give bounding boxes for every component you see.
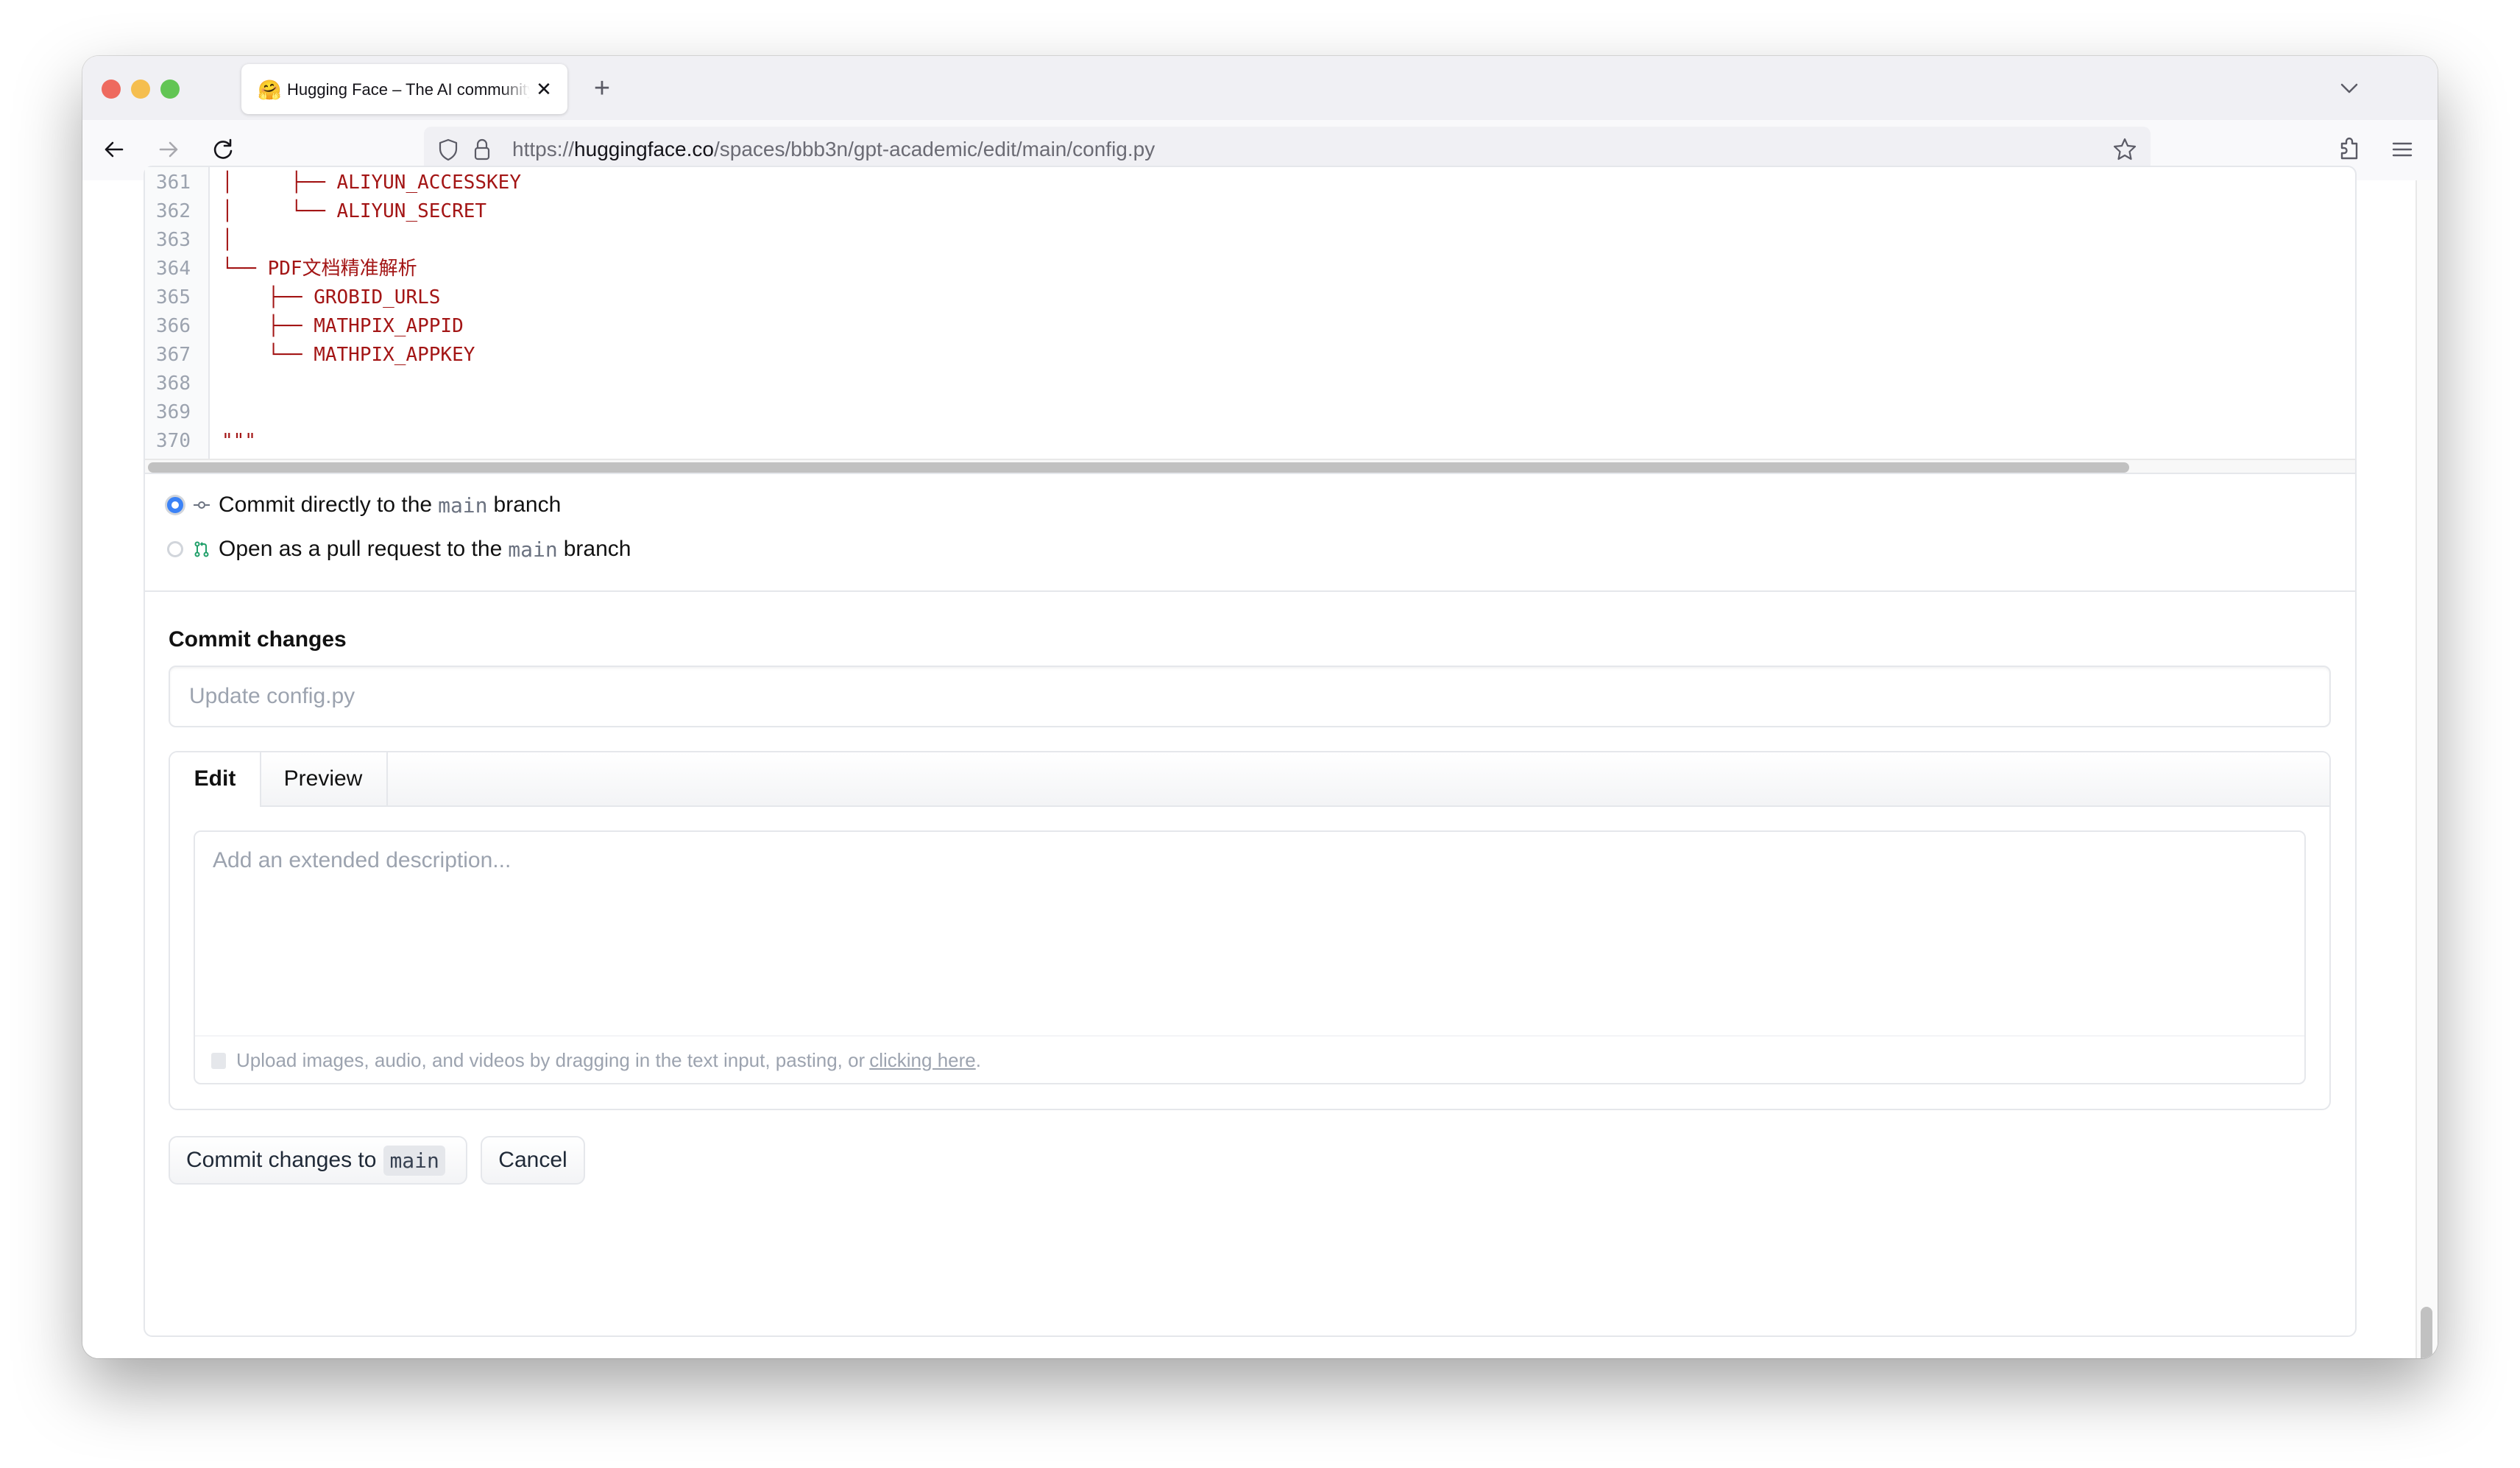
forward-arrow-icon[interactable] — [152, 133, 185, 166]
commit-changes-button[interactable]: Commit changes to main — [169, 1136, 467, 1185]
horizontal-scrollbar[interactable] — [145, 459, 2355, 473]
line-number: 368 — [156, 373, 191, 395]
tab-preview[interactable]: Preview — [260, 752, 388, 805]
tab-edit[interactable]: Edit — [170, 752, 261, 807]
commit-direct-prefix: Commit directly to the — [219, 493, 433, 517]
line-number: 361 — [156, 172, 191, 194]
minimize-window-button[interactable] — [131, 80, 150, 99]
commit-direct-suffix: branch — [493, 493, 562, 517]
pull-request-suffix: branch — [563, 537, 631, 561]
reload-icon[interactable] — [206, 133, 240, 166]
cancel-button[interactable]: Cancel — [481, 1136, 585, 1185]
commit-direct-option[interactable]: Commit directly to the main branch — [167, 490, 561, 520]
url-host: huggingface.co — [574, 138, 714, 160]
lock-icon[interactable] — [470, 137, 495, 162]
line-number: 362 — [156, 200, 191, 222]
line-number: 370 — [156, 430, 191, 452]
pull-request-prefix: Open as a pull request to the — [219, 537, 503, 561]
hugging-face-favicon-icon: 🤗 — [258, 79, 282, 101]
upload-hint-suffix: . — [975, 1049, 981, 1071]
code-line[interactable]: ├── MATHPIX_APPID — [222, 312, 464, 341]
close-tab-icon[interactable]: ✕ — [532, 77, 556, 101]
upload-hint-text: Upload images, audio, and videos by drag… — [236, 1049, 866, 1071]
pull-request-branch: main — [508, 537, 558, 562]
line-number: 369 — [156, 401, 191, 423]
commit-summary-input[interactable] — [169, 666, 2331, 727]
commit-button-branch: main — [383, 1145, 445, 1176]
commit-direct-branch: main — [438, 493, 488, 518]
close-window-button[interactable] — [102, 80, 121, 99]
upload-clicking-here-link[interactable]: clicking here — [869, 1049, 976, 1072]
code-line[interactable]: ├── GROBID_URLS — [222, 283, 441, 312]
pull-request-radio[interactable] — [167, 541, 183, 557]
extensions-puzzle-icon[interactable] — [2333, 133, 2365, 166]
tab-bar: 🤗 Hugging Face – The AI community buildi… — [82, 56, 2438, 120]
url-path: /spaces/bbb3n/gpt-academic/edit/main/con… — [713, 138, 1155, 160]
url-scheme: https:// — [512, 138, 575, 160]
line-number: 367 — [156, 344, 191, 366]
editor-tab-bar: Edit Preview — [170, 752, 2329, 807]
back-arrow-icon[interactable] — [97, 133, 131, 166]
line-number: 366 — [156, 315, 191, 337]
code-editor[interactable]: 361362363364365366367368369370371 │ ├── … — [145, 167, 2355, 474]
line-number: 363 — [156, 229, 191, 251]
upload-hint: Upload images, audio, and videos by drag… — [195, 1035, 2304, 1083]
code-line[interactable]: │ — [222, 226, 233, 255]
commit-button-label: Commit changes to — [186, 1148, 377, 1172]
edit-file-card: 361362363364365366367368369370371 │ ├── … — [144, 166, 2357, 1337]
git-commit-icon — [194, 501, 210, 509]
page-scrollbar-thumb[interactable] — [2421, 1307, 2432, 1358]
commit-changes-heading: Commit changes — [169, 627, 347, 652]
pull-request-icon — [194, 541, 209, 557]
line-number: 364 — [156, 258, 191, 280]
code-line[interactable]: └── PDF文档精准解析 — [222, 255, 417, 283]
code-line[interactable]: │ ├── ALIYUN_ACCESSKEY — [222, 169, 521, 197]
code-line[interactable]: └── MATHPIX_APPKEY — [222, 341, 475, 370]
page-vertical-scrollbar[interactable] — [2415, 180, 2438, 1358]
browser-window: 🤗 Hugging Face – The AI community buildi… — [82, 56, 2438, 1358]
pull-request-option[interactable]: Open as a pull request to the main branc… — [167, 534, 631, 564]
description-box: Upload images, audio, and videos by drag… — [194, 830, 2306, 1084]
bookmark-star-icon[interactable] — [2111, 135, 2139, 163]
description-editor: Edit Preview Upload images, audio, and v… — [169, 751, 2331, 1110]
chevron-down-icon[interactable] — [2335, 74, 2364, 103]
extended-description-textarea[interactable] — [195, 832, 2304, 1035]
code-line[interactable]: """ — [222, 427, 256, 456]
url-text[interactable]: https://huggingface.co/spaces/bbb3n/gpt-… — [512, 137, 1155, 162]
branch-options: Commit directly to the main branch Open … — [145, 473, 2355, 592]
line-number: 365 — [156, 286, 191, 308]
line-number-gutter: 361362363364365366367368369370371 — [145, 167, 210, 473]
image-upload-icon — [211, 1052, 226, 1069]
commit-direct-radio[interactable] — [167, 497, 183, 513]
tracking-protection-shield-icon[interactable] — [436, 137, 461, 162]
maximize-window-button[interactable] — [160, 80, 180, 99]
page-content: 361362363364365366367368369370371 │ ├── … — [82, 166, 2438, 1358]
browser-tab-active[interactable]: 🤗 Hugging Face – The AI community buildi… — [241, 64, 567, 114]
horizontal-scrollbar-thumb[interactable] — [148, 462, 2129, 473]
tab-title: Hugging Face – The AI community building… — [287, 80, 530, 99]
hamburger-menu-icon[interactable] — [2386, 133, 2418, 166]
code-line[interactable]: │ └── ALIYUN_SECRET — [222, 197, 486, 226]
new-tab-plus-icon[interactable]: + — [587, 74, 617, 103]
